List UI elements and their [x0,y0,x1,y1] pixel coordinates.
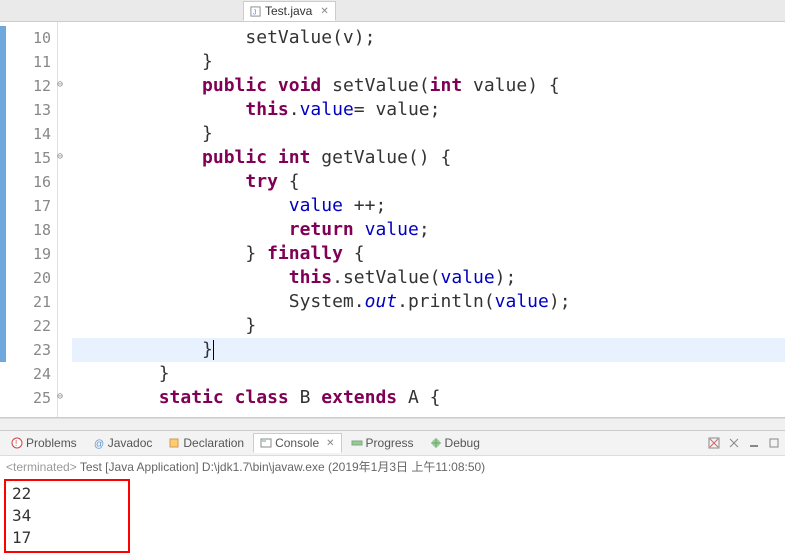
remove-all-icon[interactable] [727,436,741,450]
line-number: 25⊖ [10,386,51,410]
code-line[interactable]: public void setValue(int value) { [72,74,785,98]
line-number: 10 [10,26,51,50]
launch-config-label: Test [Java Application] D:\jdk1.7\bin\ja… [80,460,485,474]
line-number: 14 [10,122,51,146]
java-file-icon: J [250,6,261,17]
svg-text:@: @ [94,439,104,449]
editor-horizontal-scrollbar[interactable] [0,418,785,430]
console-icon [260,437,272,449]
minimize-icon[interactable] [747,436,761,450]
marker-ruler [0,22,10,417]
svg-text:J: J [253,7,257,16]
view-tab-label: Problems [26,436,77,450]
line-number: 11 [10,50,51,74]
javadoc-icon: @ [93,437,105,449]
maximize-icon[interactable] [767,436,781,450]
view-tab-label: Progress [366,436,414,450]
editor-tab-bar: J Test.java ✕ [0,0,785,22]
views-tab-bar: ! Problems @ Javadoc Declaration Console ✕ Prog… [0,431,785,456]
code-line[interactable]: } [72,122,785,146]
line-number: 16 [10,170,51,194]
view-tab-label: Console [275,436,319,450]
line-number: 17 [10,194,51,218]
text-caret [213,340,214,360]
editor-area: 101112⊖131415⊖16171819202122232425⊖ setV… [0,22,785,418]
code-line[interactable]: } finally { [72,242,785,266]
view-tab-javadoc[interactable]: @ Javadoc [86,433,160,453]
console-status-line: <terminated> Test [Java Application] D:\… [0,456,785,477]
code-line[interactable]: try { [72,170,785,194]
view-tab-debug[interactable]: Debug [423,433,487,453]
line-number: 23 [10,338,51,362]
code-line[interactable]: } [72,362,785,386]
line-number: 13 [10,98,51,122]
line-number: 21 [10,290,51,314]
code-line[interactable]: } [72,314,785,338]
view-close-icon[interactable]: ✕ [326,438,334,449]
line-number: 22 [10,314,51,338]
code-line[interactable]: } [72,50,785,74]
code-line[interactable]: static class B extends A { [72,386,785,410]
view-tab-label: Javadoc [108,436,153,450]
code-line[interactable]: public int getValue() { [72,146,785,170]
code-line[interactable]: } [72,338,785,362]
view-tab-progress[interactable]: Progress [344,433,421,453]
console-line: 34 [12,505,122,527]
view-tab-declaration[interactable]: Declaration [161,433,251,453]
editor-tab-active[interactable]: J Test.java ✕ [243,1,336,21]
view-tab-label: Declaration [183,436,244,450]
problems-icon: ! [11,437,23,449]
code-line[interactable]: System.out.println(value); [72,290,785,314]
debug-icon [430,437,442,449]
line-number: 20 [10,266,51,290]
line-number: 15⊖ [10,146,51,170]
code-line[interactable]: value ++; [72,194,785,218]
line-number: 12⊖ [10,74,51,98]
line-number-gutter[interactable]: 101112⊖131415⊖16171819202122232425⊖ [10,22,58,417]
remove-launch-icon[interactable] [707,436,721,450]
code-line[interactable]: this.value= value; [72,98,785,122]
line-number: 24 [10,362,51,386]
progress-icon [351,437,363,449]
console-line: 17 [12,527,122,549]
svg-text:!: ! [15,439,17,448]
line-number: 18 [10,218,51,242]
declaration-icon [168,437,180,449]
editor-tab-label: Test.java [265,4,312,18]
code-line[interactable]: this.setValue(value); [72,266,785,290]
console-output[interactable]: 223417 [4,479,130,553]
terminated-label: <terminated> [6,460,77,474]
code-line[interactable]: setValue(v); [72,26,785,50]
view-tab-console[interactable]: Console ✕ [253,433,341,453]
view-tab-label: Debug [445,436,480,450]
console-toolbar [707,436,781,450]
code-line[interactable]: return value; [72,218,785,242]
console-line: 22 [12,483,122,505]
view-tab-problems[interactable]: ! Problems [4,433,84,453]
tab-close-icon[interactable]: ✕ [320,6,328,17]
bottom-panel: ! Problems @ Javadoc Declaration Console ✕ Prog… [0,430,785,553]
line-number: 19 [10,242,51,266]
code-editor[interactable]: setValue(v); } public void setValue(int … [58,22,785,417]
